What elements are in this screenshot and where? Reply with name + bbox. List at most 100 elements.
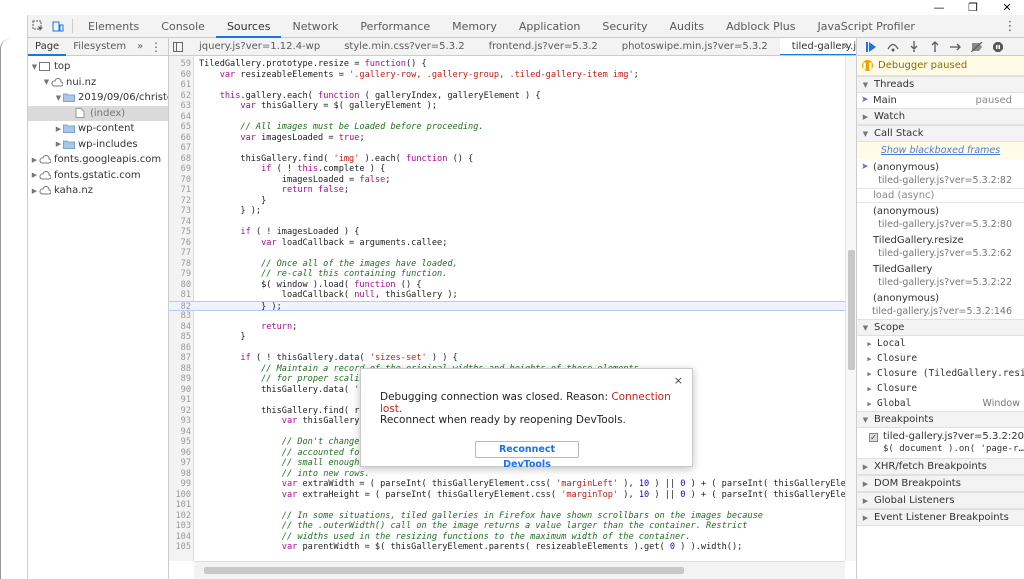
scope-item[interactable]: ▶ Closure (TiledGallery.resize) bbox=[857, 366, 1024, 381]
code-line[interactable]: 84 return; bbox=[169, 322, 845, 333]
code-line[interactable]: 63 var thisGallery = $( galleryElement )… bbox=[169, 101, 845, 112]
show-blackboxed-link[interactable]: Show blackboxed frames bbox=[857, 142, 1024, 159]
tab-sources[interactable]: Sources bbox=[215, 15, 282, 38]
tab-console[interactable]: Console bbox=[150, 15, 216, 38]
line-number[interactable]: 103 bbox=[169, 521, 194, 532]
line-number[interactable]: 81 bbox=[169, 290, 194, 301]
line-number[interactable]: 60 bbox=[169, 70, 194, 81]
thread-main[interactable]: ➤ Main paused bbox=[857, 93, 1024, 108]
line-number[interactable]: 62 bbox=[169, 91, 194, 102]
scope-item[interactable]: ▶ Global Window bbox=[857, 396, 1024, 411]
line-number[interactable]: 93 bbox=[169, 416, 194, 427]
breakpoint-item[interactable]: ✓ tiled-gallery.js?ver=5.3.2:20 $( docum… bbox=[857, 428, 1024, 458]
more-tabs-icon[interactable]: » bbox=[133, 41, 147, 52]
tab-application[interactable]: Application bbox=[508, 15, 591, 38]
code-line[interactable]: 60 var resizeableElements = '.gallery-ro… bbox=[169, 70, 845, 81]
line-number[interactable]: 91 bbox=[169, 395, 194, 406]
tree-item[interactable]: ▼ top bbox=[28, 59, 168, 75]
line-number[interactable]: 96 bbox=[169, 448, 194, 459]
call-frame-location[interactable]: tiled-gallery.js?ver=5.3.2:22 bbox=[878, 277, 1012, 288]
call-frame[interactable]: TiledGallery.resize tiled-gallery.js?ver=… bbox=[857, 232, 1024, 261]
line-number[interactable]: 88 bbox=[169, 364, 194, 375]
line-number[interactable]: 75 bbox=[169, 227, 194, 238]
code-line[interactable]: 105 var parentWidth = $( thisGalleryElem… bbox=[169, 542, 845, 553]
horizontal-scroll-thumb[interactable] bbox=[204, 567, 684, 574]
code-line[interactable]: 83 bbox=[169, 311, 845, 322]
code-line[interactable]: 75 if ( ! imagesLoaded ) { bbox=[169, 227, 845, 238]
line-number[interactable]: 74 bbox=[169, 217, 194, 228]
code-line[interactable]: 64 bbox=[169, 112, 845, 123]
code-line[interactable]: 79 // re-call this containing function. bbox=[169, 269, 845, 280]
navigator-menu-icon[interactable]: ⋮ bbox=[150, 38, 162, 56]
line-number[interactable]: 67 bbox=[169, 143, 194, 154]
line-number[interactable]: 98 bbox=[169, 469, 194, 480]
line-number[interactable]: 65 bbox=[169, 122, 194, 133]
tab-filesystem[interactable]: Filesystem bbox=[66, 38, 133, 56]
tab-javascript-profiler[interactable]: JavaScript Profiler bbox=[807, 15, 926, 38]
line-number[interactable]: 87 bbox=[169, 353, 194, 364]
call-frame-location[interactable]: tiled-gallery.js?ver=5.3.2:146 bbox=[872, 306, 1012, 317]
source-tab[interactable]: photoswipe.min.js?ver=5.3.2 bbox=[610, 38, 780, 55]
code-line[interactable]: 73 } ); bbox=[169, 206, 845, 217]
code-line[interactable]: 82 } ); bbox=[169, 300, 845, 312]
vertical-scrollbar[interactable] bbox=[845, 56, 856, 561]
code-line[interactable]: 76 var loadCallback = arguments.callee; bbox=[169, 238, 845, 249]
line-number[interactable]: 105 bbox=[169, 542, 194, 553]
tab-memory[interactable]: Memory bbox=[441, 15, 508, 38]
code-line[interactable]: 67 bbox=[169, 143, 845, 154]
line-number[interactable]: 73 bbox=[169, 206, 194, 217]
source-tab[interactable]: jquery.js?ver=1.12.4-wp bbox=[187, 38, 332, 55]
call-frame[interactable]: TiledGallery tiled-gallery.js?ver=5.3.2:2… bbox=[857, 261, 1024, 290]
source-tab[interactable]: style.min.css?ver=5.3.2 bbox=[332, 38, 476, 55]
section-xhr-breakpoints[interactable]: ▶ XHR/fetch Breakpoints bbox=[857, 458, 1024, 475]
dialog-close-icon[interactable]: × bbox=[674, 374, 683, 387]
code-line[interactable]: 87 if ( ! thisGallery.data( 'sizes-set' … bbox=[169, 353, 845, 364]
toggle-navigator-icon[interactable] bbox=[169, 38, 187, 55]
collapse-arrow-icon[interactable]: ▶ bbox=[54, 125, 63, 133]
line-number[interactable]: 99 bbox=[169, 479, 194, 490]
line-number[interactable]: 80 bbox=[169, 280, 194, 291]
line-number[interactable]: 68 bbox=[169, 154, 194, 165]
line-number[interactable]: 82 bbox=[169, 302, 194, 312]
section-global-listeners[interactable]: ▶ Global Listeners bbox=[857, 492, 1024, 509]
collapse-arrow-icon[interactable]: ▶ bbox=[30, 187, 39, 195]
horizontal-scrollbar[interactable] bbox=[194, 561, 845, 579]
tree-item[interactable]: ▼ 2019/09/06/christchurch bbox=[28, 90, 168, 106]
line-number[interactable]: 79 bbox=[169, 269, 194, 280]
code-line[interactable]: 77 bbox=[169, 248, 845, 259]
inspect-element-icon[interactable] bbox=[28, 16, 48, 36]
step-over-icon[interactable] bbox=[882, 38, 903, 56]
code-line[interactable]: 85 } bbox=[169, 332, 845, 343]
line-number[interactable]: 101 bbox=[169, 500, 194, 511]
call-frame[interactable]: (anonymous) tiled-gallery.js?ver=5.3.2:14… bbox=[857, 290, 1024, 319]
call-frame-location[interactable]: tiled-gallery.js?ver=5.3.2:80 bbox=[878, 219, 1012, 230]
code-line[interactable]: 68 thisGallery.find( 'img' ).each( funct… bbox=[169, 154, 845, 165]
tree-item[interactable]: ▶ kaha.nz bbox=[28, 183, 168, 199]
tree-item[interactable]: ▶ fonts.googleapis.com bbox=[28, 152, 168, 168]
scope-item[interactable]: ▶ Local bbox=[857, 336, 1024, 351]
tab-elements[interactable]: Elements bbox=[77, 15, 150, 38]
line-number[interactable]: 90 bbox=[169, 385, 194, 396]
restore-icon[interactable]: ❐ bbox=[956, 0, 990, 15]
collapse-arrow-icon[interactable]: ▶ bbox=[54, 140, 63, 148]
line-number[interactable]: 100 bbox=[169, 490, 194, 501]
expand-arrow-icon[interactable]: ▼ bbox=[42, 78, 51, 86]
section-breakpoints[interactable]: ▼ Breakpoints bbox=[857, 411, 1024, 428]
line-number[interactable]: 85 bbox=[169, 332, 194, 343]
line-number[interactable]: 84 bbox=[169, 322, 194, 333]
pause-on-exceptions-icon[interactable] bbox=[987, 38, 1008, 56]
call-frame-location[interactable]: tiled-gallery.js?ver=5.3.2:62 bbox=[878, 248, 1012, 259]
more-source-tabs-icon[interactable]: » bbox=[840, 38, 852, 55]
minimize-icon[interactable]: — bbox=[922, 0, 956, 15]
section-dom-breakpoints[interactable]: ▶ DOM Breakpoints bbox=[857, 475, 1024, 492]
code-line[interactable]: 103 // the .outerWidth() call on the ima… bbox=[169, 521, 845, 532]
code-line[interactable]: 61 bbox=[169, 80, 845, 91]
code-line[interactable]: 69 if ( ! this.complete ) { bbox=[169, 164, 845, 175]
line-number[interactable]: 83 bbox=[169, 311, 194, 322]
line-number[interactable]: 104 bbox=[169, 532, 194, 543]
code-line[interactable]: 72 } bbox=[169, 196, 845, 207]
line-number[interactable]: 92 bbox=[169, 406, 194, 417]
code-line[interactable]: 71 return false; bbox=[169, 185, 845, 196]
code-line[interactable]: 59 TiledGallery.prototype.resize = functi… bbox=[169, 59, 845, 70]
device-toolbar-icon[interactable] bbox=[48, 16, 68, 36]
